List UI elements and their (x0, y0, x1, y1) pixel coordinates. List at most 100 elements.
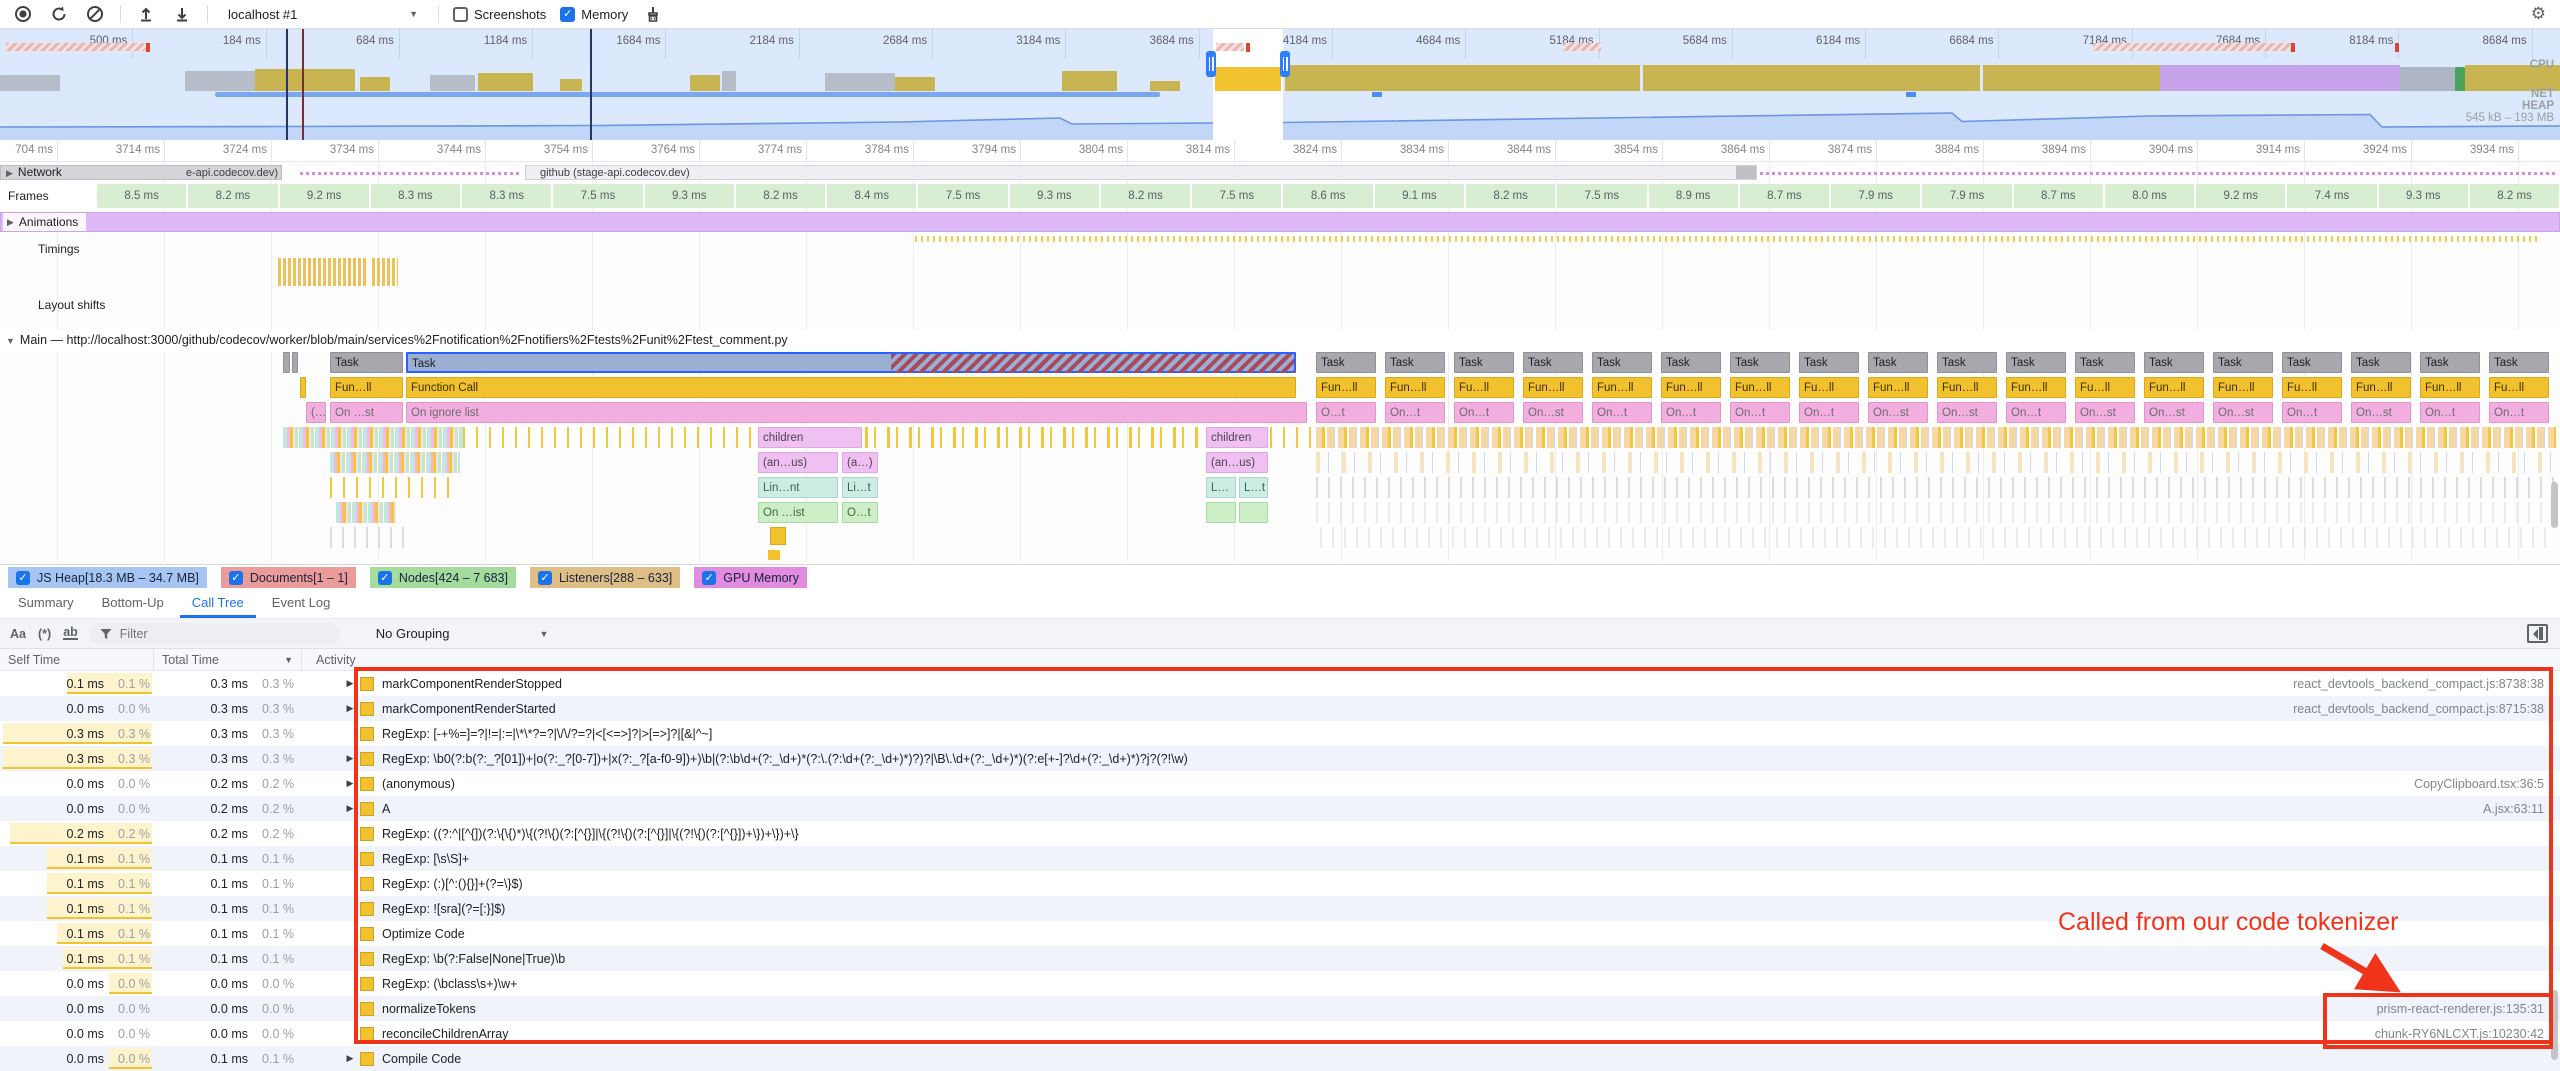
memory-checkbox[interactable]: ✓ (560, 7, 575, 22)
flame-task-bar[interactable]: Task (2489, 352, 2549, 373)
flame-function-call-bar[interactable]: Fun…ll (1385, 377, 1445, 398)
flame-ignore-list-bar[interactable]: On…t (1661, 402, 1721, 423)
flame-ignore-list-bar[interactable]: On…st (2351, 402, 2411, 423)
network-request-bar[interactable]: github (stage-api.codecov.dev) (525, 165, 1757, 180)
flame-ignore-list-bar[interactable]: On…st (2075, 402, 2135, 423)
flame-task-bar[interactable]: Task (330, 352, 403, 373)
frame-duration-cell[interactable]: 8.9 ms (1649, 184, 1738, 208)
frame-duration-cell[interactable]: 8.7 ms (1740, 184, 1829, 208)
call-tree-row[interactable]: 0.1 ms0.1 % 0.1 ms0.1 % RegExp: (:)[^:()… (0, 871, 2560, 896)
filter-input[interactable] (118, 626, 292, 642)
overview-selection-window[interactable] (1213, 29, 1283, 140)
flame-function-call-bar[interactable]: Fun…ll (330, 377, 403, 398)
main-thread-track[interactable]: ▼Main — http://localhost:3000/github/cod… (0, 330, 2560, 352)
frame-duration-cell[interactable]: 9.3 ms (2379, 184, 2468, 208)
frames-track-header[interactable]: Frames (0, 182, 96, 210)
flame-task-bar[interactable]: Task (2006, 352, 2066, 373)
frame-duration-cell[interactable]: 7.5 ms (918, 184, 1007, 208)
flame-function-call-bar[interactable]: Fun…ll (2144, 377, 2204, 398)
call-tree-row[interactable]: 0.0 ms0.0 % 0.0 ms0.0 % reconcileChildre… (0, 1021, 2560, 1046)
flame-task-bar[interactable]: Task (1661, 352, 1721, 373)
call-tree-row[interactable]: 0.3 ms0.3 % 0.3 ms0.3 % ▶ RegExp: \b0(?:… (0, 746, 2560, 771)
flame-scrollbar[interactable] (2551, 482, 2558, 528)
frame-duration-cell[interactable]: 7.5 ms (1557, 184, 1646, 208)
flame-function-call-bar[interactable]: Fun…ll (1316, 377, 1376, 398)
memory-counter-toggle[interactable]: ✓ Documents[1 – 1] (221, 567, 356, 588)
flame-ignore-list-bar[interactable]: On…t (1454, 402, 1514, 423)
flame-ignore-list-bar[interactable]: On…st (1937, 402, 1997, 423)
flame-function-call-bar[interactable]: Fun…ll (2351, 377, 2411, 398)
source-location-link[interactable]: chunk-RY6NLCXT.js:10230:42 (2375, 1027, 2560, 1041)
flame-task-bar[interactable]: Task (1730, 352, 1790, 373)
flame-task-bar[interactable]: Task (2351, 352, 2411, 373)
flame-function-call-bar[interactable]: Fu…ll (2489, 377, 2549, 398)
results-tab[interactable]: Call Tree (180, 590, 256, 618)
call-tree-row[interactable]: 0.0 ms0.0 % 0.3 ms0.3 % ▶ markComponentR… (0, 696, 2560, 721)
selection-handle-left[interactable] (1206, 51, 1216, 77)
flame-ignore-list-bar[interactable]: On …st (330, 402, 403, 423)
counter-checkbox[interactable]: ✓ (16, 571, 30, 585)
call-tree-row[interactable]: 0.0 ms0.0 % 0.1 ms0.1 % ▶ Compile Code (0, 1046, 2560, 1071)
flame-task-bar[interactable]: Task (1454, 352, 1514, 373)
frame-duration-cell[interactable]: 8.6 ms (1283, 184, 1372, 208)
grouping-select[interactable]: No Grouping ▼ (352, 626, 549, 641)
column-header-activity[interactable]: Activity (302, 649, 2560, 670)
call-tree-row[interactable]: 0.1 ms0.1 % 0.1 ms0.1 % RegExp: [\s\S]+ (0, 846, 2560, 871)
frame-duration-cell[interactable]: 8.2 ms (736, 184, 825, 208)
flame-anonymous-bar[interactable]: (a…) (842, 452, 878, 473)
flame-anonymous-bar[interactable]: (an…us) (758, 452, 838, 473)
call-tree-row[interactable]: 0.0 ms0.0 % 0.0 ms0.0 % RegExp: (\bclass… (0, 971, 2560, 996)
row-expand-arrow[interactable]: ▶ (342, 703, 358, 714)
column-header-total-time[interactable]: Total Time▼ (154, 649, 302, 670)
selection-handle-right[interactable] (1280, 51, 1290, 77)
flame-ignore-list-bar[interactable]: On…t (1799, 402, 1859, 423)
frame-duration-cell[interactable]: 9.3 ms (645, 184, 734, 208)
results-tab[interactable]: Bottom-Up (90, 590, 176, 618)
load-profile-icon[interactable] (135, 3, 157, 25)
frame-duration-cell[interactable]: 8.3 ms (462, 184, 551, 208)
network-track-header[interactable]: ▶Network (6, 165, 62, 179)
flame-function-call-bar[interactable]: Fu…ll (1454, 377, 1514, 398)
call-tree-row[interactable]: 0.0 ms0.0 % 0.2 ms0.2 % ▶ (anonymous) Co… (0, 771, 2560, 796)
flame-task-bar[interactable]: Task (1868, 352, 1928, 373)
memory-counter-toggle[interactable]: ✓ JS Heap[18.3 MB – 34.7 MB] (8, 567, 207, 588)
call-tree-row[interactable]: 0.2 ms0.2 % 0.2 ms0.2 % RegExp: ((?:^|[^… (0, 821, 2560, 846)
frame-duration-cell[interactable]: 8.2 ms (1466, 184, 1555, 208)
frame-duration-cell[interactable]: 9.3 ms (1010, 184, 1099, 208)
frame-duration-cell[interactable]: 9.1 ms (1375, 184, 1464, 208)
flame-function-call-bar[interactable] (300, 377, 306, 398)
flame-task-bar[interactable]: Task (1316, 352, 1376, 373)
flame-task-bar[interactable]: Task (1799, 352, 1859, 373)
flame-task-bar[interactable]: Task (1523, 352, 1583, 373)
flame-function-call-bar[interactable]: Fun…ll (1937, 377, 1997, 398)
flame-onlist-bar[interactable] (1239, 502, 1268, 523)
main-track-header[interactable]: ▼Main — http://localhost:3000/github/cod… (6, 333, 788, 347)
counter-checkbox[interactable]: ✓ (378, 571, 392, 585)
source-location-link[interactable]: CopyClipboard.tsx:36:5 (2414, 777, 2560, 791)
frame-duration-cell[interactable]: 7.5 ms (553, 184, 642, 208)
frame-duration-cell[interactable]: 8.5 ms (97, 184, 186, 208)
counter-checkbox[interactable]: ✓ (229, 571, 243, 585)
flame-function-call-bar[interactable]: Fu…ll (1799, 377, 1859, 398)
collapse-arrow-icon[interactable]: ▼ (6, 336, 15, 346)
source-location-link[interactable]: react_devtools_backend_compact.js:8738:3… (2293, 677, 2560, 691)
flame-ignore-list-bar[interactable]: On…t (1592, 402, 1652, 423)
flame-line-bar[interactable]: L…t (1239, 477, 1268, 498)
network-track[interactable]: e-api.codecov.dev) github (stage-api.cod… (0, 162, 2560, 182)
flame-function-call-bar[interactable]: Function Call (406, 377, 1296, 398)
flame-function-call-bar[interactable]: Fun…ll (1661, 377, 1721, 398)
row-expand-arrow[interactable]: ▶ (342, 803, 358, 814)
flame-ignore-list-bar[interactable]: On…t (1385, 402, 1445, 423)
frame-duration-cell[interactable]: 8.3 ms (371, 184, 460, 208)
record-icon[interactable] (12, 3, 34, 25)
flame-function-call-bar[interactable]: Fun…ll (2006, 377, 2066, 398)
source-location-link[interactable]: A.jsx:63:11 (2483, 802, 2560, 816)
row-expand-arrow[interactable]: ▶ (342, 753, 358, 764)
frame-duration-cell[interactable]: 7.9 ms (1922, 184, 2011, 208)
row-expand-arrow[interactable]: ▶ (342, 678, 358, 689)
profile-select[interactable]: localhost #1 ▼ (222, 7, 424, 22)
animations-track-header[interactable]: ▶Animations (3, 213, 86, 231)
row-expand-arrow[interactable]: ▶ (342, 778, 358, 789)
flame-function-call-bar[interactable]: Fun…ll (1730, 377, 1790, 398)
flame-task-bar[interactable]: Task (2420, 352, 2480, 373)
